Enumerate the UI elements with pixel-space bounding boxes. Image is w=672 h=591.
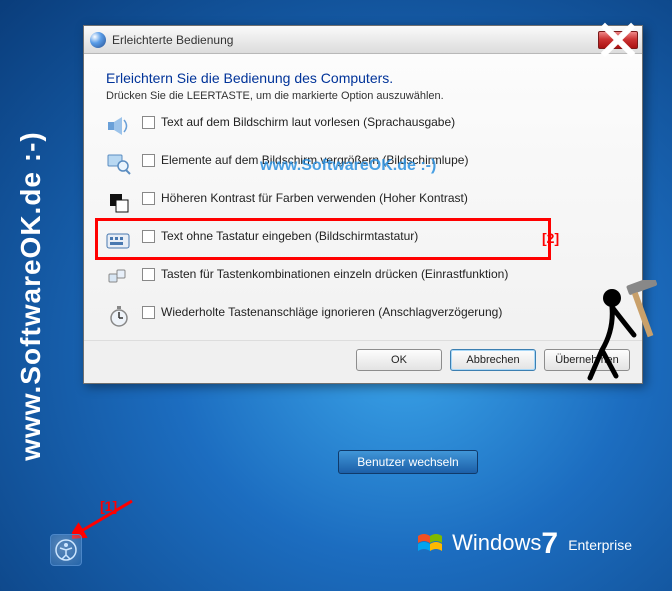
option-label: Text ohne Tastatur eingeben (Bildschirmt… [161,228,418,245]
ease-of-access-button[interactable] [50,534,82,566]
cancel-button[interactable]: Abbrechen [450,349,536,371]
windows-brand: Windows7 Enterprise [416,527,632,561]
annotation-marker-1: [1] [100,498,117,514]
checkbox[interactable] [142,230,155,243]
option-high-contrast[interactable]: Höheren Kontrast für Farben verwenden (H… [106,190,620,214]
contrast-icon [106,190,132,214]
option-sticky-keys[interactable]: Tasten für Tastenkombinationen einzeln d… [106,266,620,290]
titlebar[interactable]: Erleichterte Bedienung [84,26,642,54]
keyboard-icon [106,228,132,252]
option-label: Text auf dem Bildschirm laut vorlesen (S… [161,114,455,131]
annotation-marker-2: [2] [542,230,559,246]
checkbox[interactable] [142,116,155,129]
option-label: Tasten für Tastenkombinationen einzeln d… [161,266,508,283]
close-button[interactable] [598,31,638,49]
ease-of-access-icon [55,539,77,561]
sticky-keys-icon [106,266,132,290]
brand-edition: Enterprise [568,537,632,553]
dialog-heading: Erleichtern Sie die Bedienung des Comput… [106,70,620,86]
magnifier-icon [106,152,132,176]
option-filter-keys[interactable]: Wiederholte Tastenanschläge ignorieren (… [106,304,620,328]
stopwatch-icon [106,304,132,328]
speaker-icon [106,114,132,138]
checkbox[interactable] [142,268,155,281]
windows-logo-icon [416,530,444,558]
option-label: Höheren Kontrast für Farben verwenden (H… [161,190,468,207]
hammer-figure-icon [552,280,662,390]
ease-of-access-icon [90,32,106,48]
checkbox[interactable] [142,192,155,205]
dialog-subheading: Drücken Sie die LEERTASTE, um die markie… [106,90,620,102]
option-narrator[interactable]: Text auf dem Bildschirm laut vorlesen (S… [106,114,620,138]
close-icon [599,21,637,59]
inline-watermark: www.SoftwareOK.de :-) [260,157,436,175]
brand-name: Windows [452,530,541,555]
options-list: Text auf dem Bildschirm laut vorlesen (S… [106,114,620,328]
option-label: Wiederholte Tastenanschläge ignorieren (… [161,304,502,321]
checkbox[interactable] [142,154,155,167]
sidebar-watermark: www.SoftwareOK.de :-) [15,131,47,461]
checkbox[interactable] [142,306,155,319]
ok-button[interactable]: OK [356,349,442,371]
dialog-title: Erleichterte Bedienung [112,33,598,47]
brand-version: 7 [541,527,558,560]
switch-user-button[interactable]: Benutzer wechseln [338,450,478,474]
